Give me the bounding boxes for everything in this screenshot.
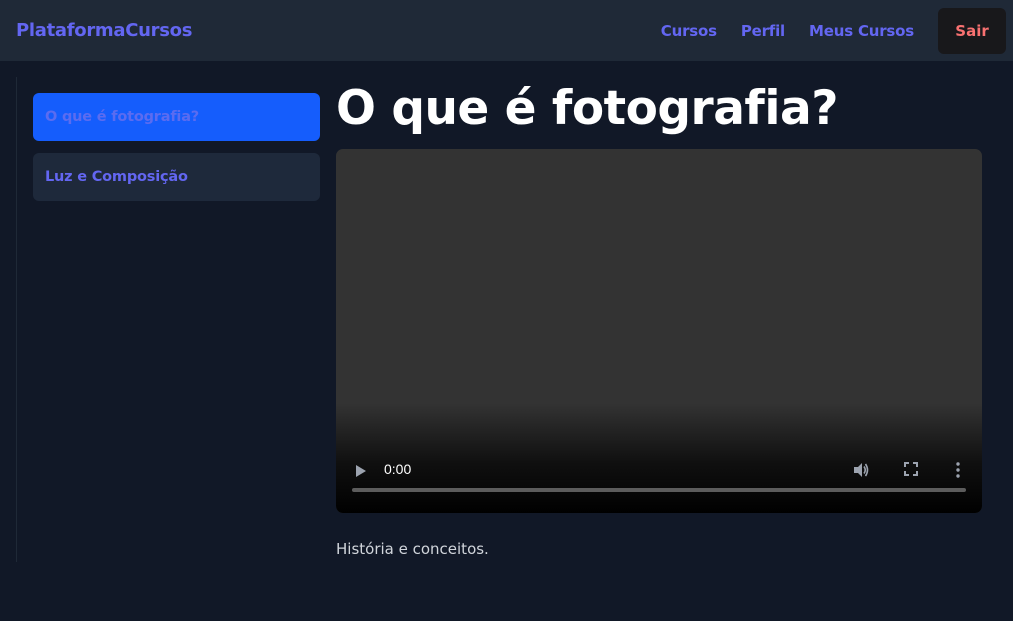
logout-button[interactable]: Sair bbox=[938, 7, 1006, 54]
volume-icon[interactable] bbox=[852, 461, 870, 479]
nav-links: Cursos Perfil Meus Cursos Sair bbox=[661, 7, 1006, 54]
top-navbar: PlataformaCursos Cursos Perfil Meus Curs… bbox=[0, 0, 1013, 61]
lesson-title: O que é fotografia? bbox=[336, 81, 838, 136]
video-time: 0:00 bbox=[384, 461, 412, 477]
nav-link-perfil[interactable]: Perfil bbox=[741, 22, 785, 40]
nav-link-cursos[interactable]: Cursos bbox=[661, 22, 717, 40]
video-player[interactable]: 0:00 bbox=[336, 149, 982, 513]
lesson-item-luz-e-composicao[interactable]: Luz e Composição bbox=[33, 153, 320, 201]
more-options-icon[interactable] bbox=[950, 461, 966, 479]
video-progress-bar[interactable] bbox=[352, 488, 966, 492]
lesson-content: O que é fotografia? 0:00 História e conc… bbox=[336, 77, 982, 558]
play-icon[interactable] bbox=[354, 463, 368, 477]
video-controls: 0:00 bbox=[336, 443, 982, 513]
lesson-item-o-que-e-fotografia[interactable]: O que é fotografia? bbox=[33, 93, 320, 141]
fullscreen-icon[interactable] bbox=[903, 461, 919, 477]
brand-logo[interactable]: PlataformaCursos bbox=[16, 20, 192, 41]
lesson-sidebar: O que é fotografia? Luz e Composição bbox=[16, 77, 321, 562]
lesson-description: História e conceitos. bbox=[336, 540, 489, 558]
nav-link-meus-cursos[interactable]: Meus Cursos bbox=[809, 22, 914, 40]
